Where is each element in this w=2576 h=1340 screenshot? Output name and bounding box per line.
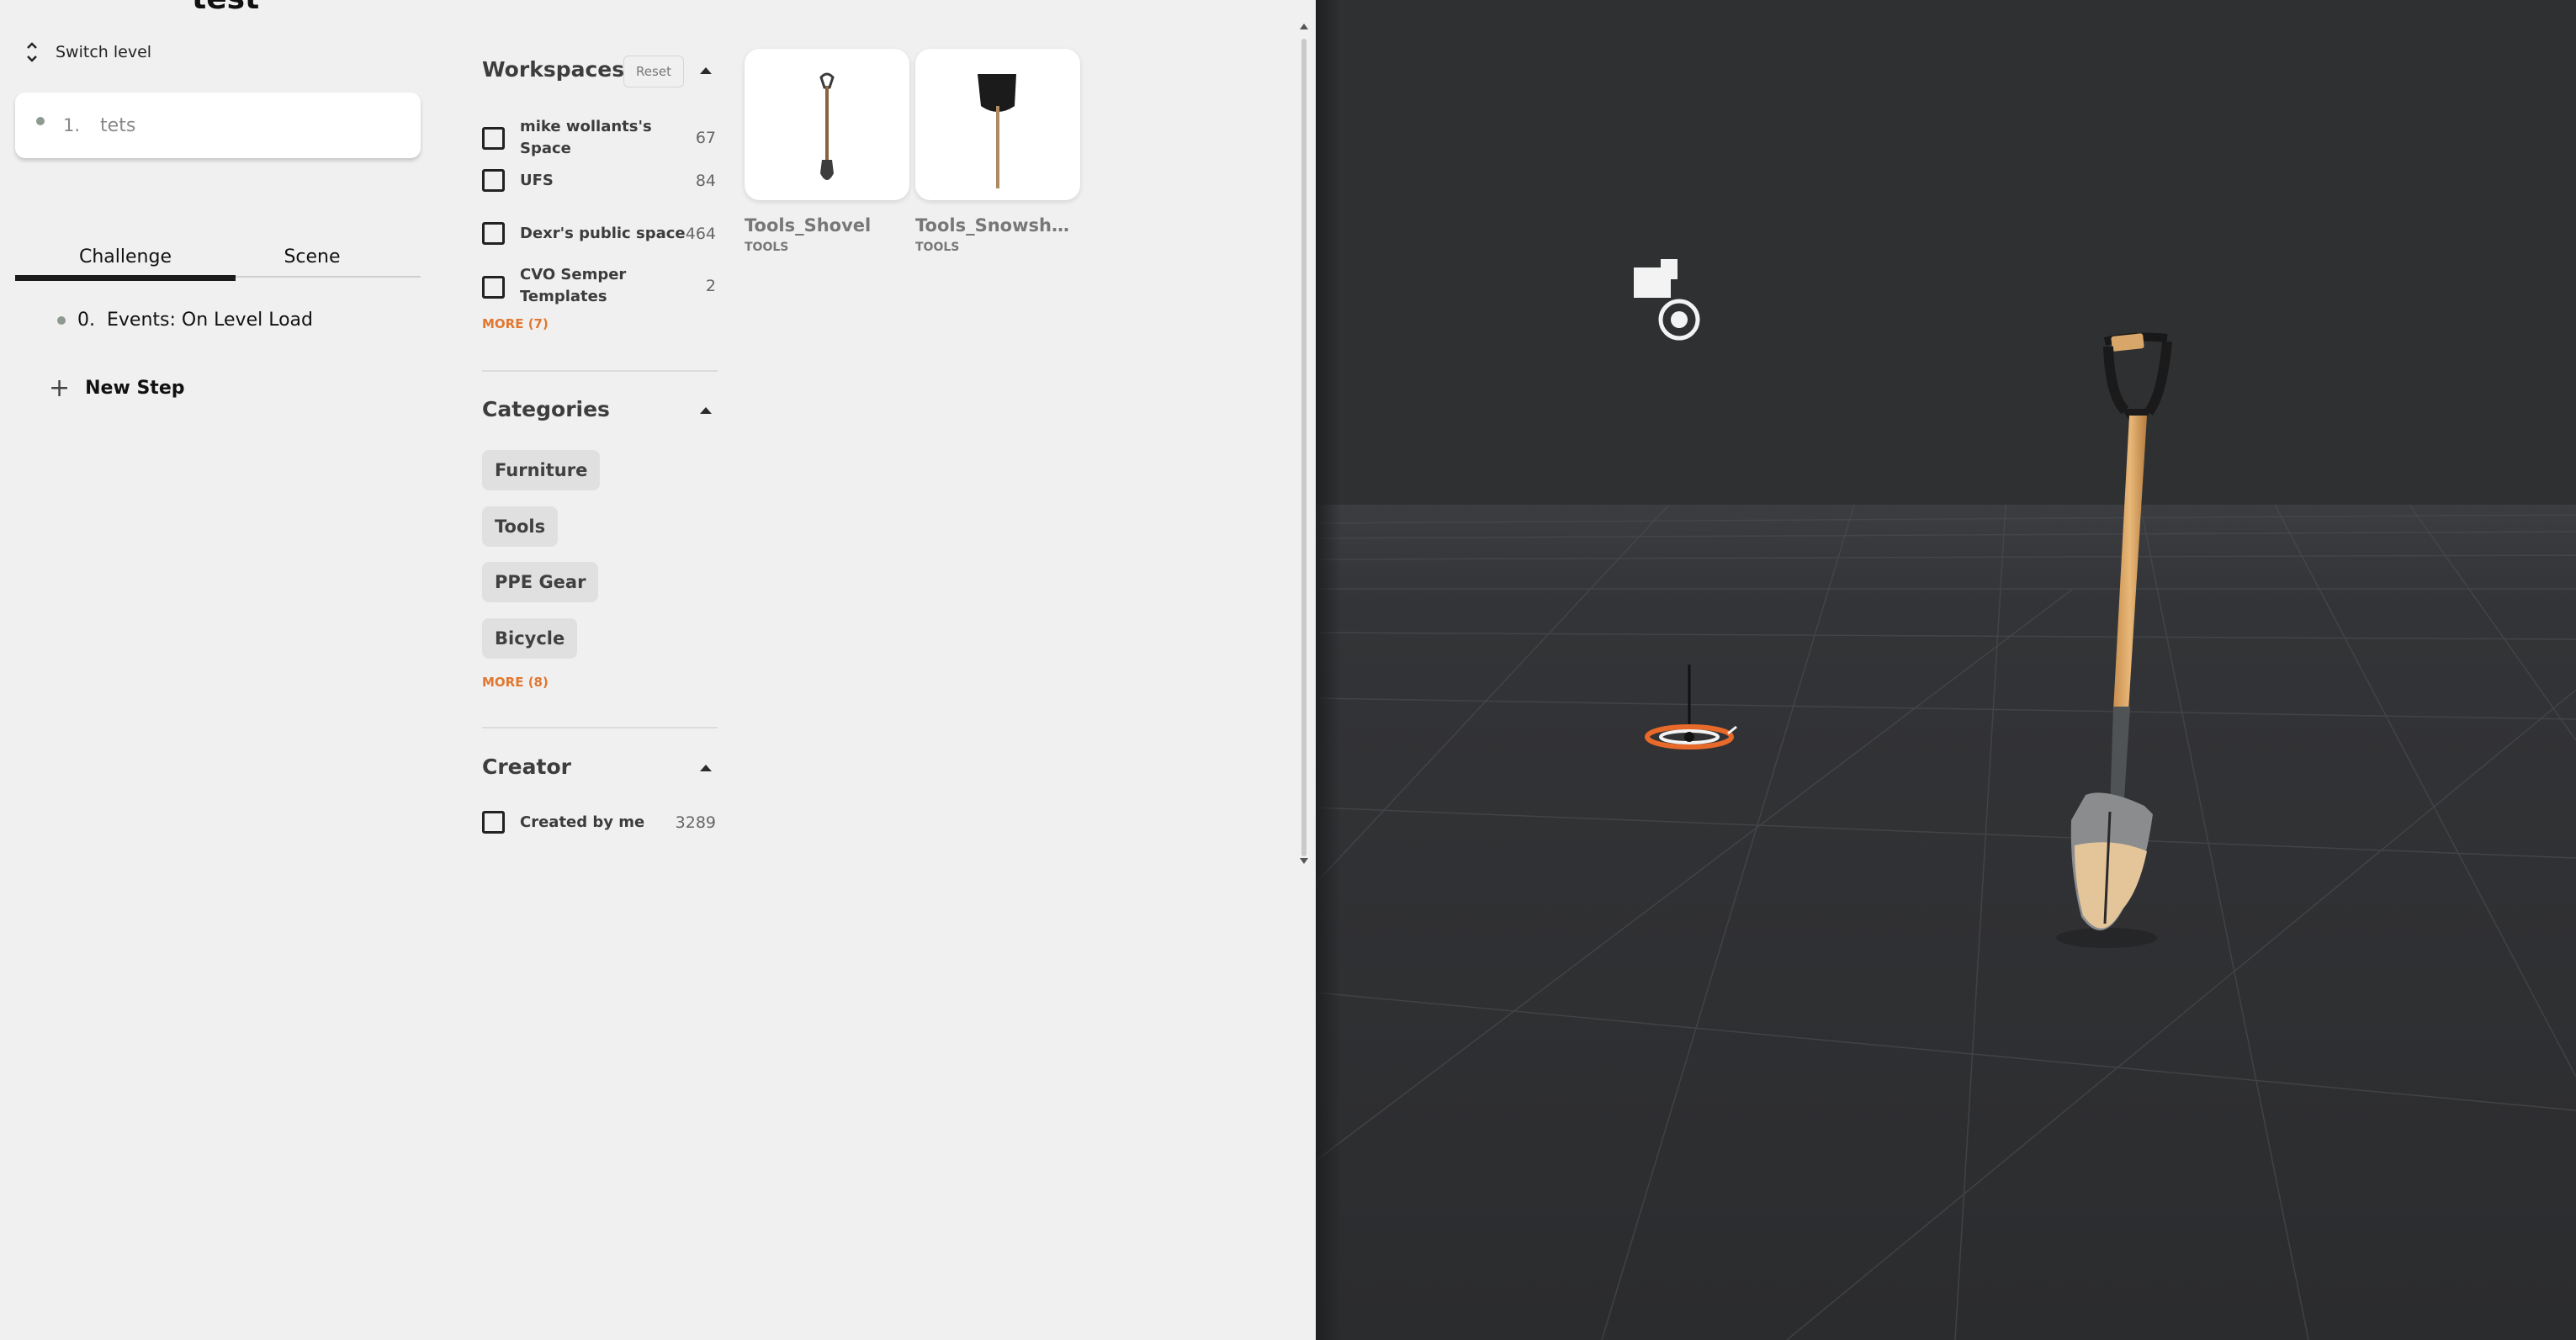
level-status-dot: [36, 117, 45, 125]
tab-bar: Challenge Scene: [15, 236, 422, 281]
workspace-name: Dexr's public space: [520, 224, 686, 242]
plus-icon: +: [49, 373, 71, 403]
workspace-count: 84: [695, 171, 716, 190]
step-label: Events: On Level Load: [107, 310, 313, 331]
category-chip-tools[interactable]: Tools: [482, 506, 559, 547]
scene-canvas: [1316, 0, 2576, 1340]
workspaces-title: Workspaces: [482, 57, 625, 82]
asset-card[interactable]: Tools_Shovel TOOLS: [745, 49, 909, 254]
level-panel: test Switch level 1. tets Challenge Scen…: [0, 0, 456, 1340]
workspace-name: UFS: [520, 171, 554, 189]
caret-up-icon[interactable]: [700, 765, 712, 771]
divider: [482, 727, 718, 728]
divider: [482, 370, 718, 372]
workspace-filter-item[interactable]: CVO Semper Templates 2: [482, 264, 716, 308]
workspace-count: 2: [705, 277, 716, 295]
workspace-filter-item[interactable]: mike wollants's Space 67: [482, 116, 716, 160]
asset-results: Tools_Shovel TOOLS Tools_Snowsho... TOOL…: [722, 0, 1316, 1340]
creator-name: Created by me: [520, 813, 645, 831]
step-number: 0.: [77, 310, 95, 331]
category-chip-furniture[interactable]: Furniture: [482, 450, 601, 490]
tab-scene[interactable]: Scene: [202, 236, 422, 278]
switch-level-button[interactable]: Switch level: [24, 40, 151, 64]
workspace-filter-item[interactable]: Dexr's public space 464: [482, 222, 716, 245]
asset-card[interactable]: Tools_Snowsho... TOOLS: [915, 49, 1080, 254]
reset-button[interactable]: Reset: [623, 56, 684, 87]
caret-up-icon[interactable]: [700, 407, 712, 414]
creator-count: 3289: [675, 813, 716, 832]
chevron-up-down-icon: [27, 42, 37, 62]
scrollbar-thumb[interactable]: [1301, 39, 1307, 856]
switch-level-label: Switch level: [56, 43, 152, 61]
workspace-name: mike wollants's Space: [520, 118, 652, 157]
level-card[interactable]: 1. tets: [15, 93, 421, 158]
step-item[interactable]: 0. Events: On Level Load: [57, 310, 313, 331]
asset-thumbnail: [915, 49, 1080, 200]
workspace-checkbox[interactable]: [482, 126, 505, 150]
scene-viewport[interactable]: [1316, 0, 2576, 1340]
results-scrollbar[interactable]: [1299, 20, 1309, 871]
asset-name: Tools_Shovel: [745, 215, 872, 236]
workspaces-more-link[interactable]: MORE (7): [482, 316, 549, 331]
category-chip-bicycle[interactable]: Bicycle: [482, 618, 578, 659]
step-status-dot: [57, 315, 66, 325]
asset-category: TOOLS: [915, 241, 960, 254]
level-number: 1.: [63, 115, 81, 135]
level-title: test: [192, 0, 259, 16]
creator-filter-item[interactable]: Created by me 3289: [482, 811, 716, 834]
workspace-count: 67: [695, 129, 716, 147]
creator-title: Creator: [482, 755, 571, 779]
filters-panel: Workspaces Reset mike wollants's Space 6…: [456, 0, 722, 1340]
workspace-checkbox[interactable]: [482, 169, 505, 192]
category-chip-ppe-gear[interactable]: PPE Gear: [482, 562, 599, 602]
workspace-checkbox[interactable]: [482, 222, 505, 245]
shovel-icon: [819, 72, 835, 180]
categories-more-link[interactable]: MORE (8): [482, 675, 549, 690]
caret-up-icon[interactable]: [700, 67, 712, 74]
new-step-button[interactable]: + New Step: [49, 373, 185, 403]
snow-shovel-icon: [978, 74, 1016, 188]
new-step-label: New Step: [85, 378, 185, 399]
scroll-up-icon[interactable]: [1300, 24, 1308, 29]
workspace-checkbox[interactable]: [482, 276, 505, 299]
level-name: tets: [100, 114, 136, 136]
categories-title: Categories: [482, 397, 610, 421]
workspace-filter-item[interactable]: UFS 84: [482, 169, 716, 192]
asset-category: TOOLS: [745, 241, 789, 254]
asset-name: Tools_Snowsho...: [915, 215, 1080, 236]
scroll-down-icon[interactable]: [1300, 858, 1308, 864]
workspace-count: 464: [685, 224, 716, 243]
workspace-name: CVO Semper Templates: [520, 266, 627, 305]
asset-thumbnail: [745, 49, 909, 200]
creator-checkbox[interactable]: [482, 811, 505, 834]
